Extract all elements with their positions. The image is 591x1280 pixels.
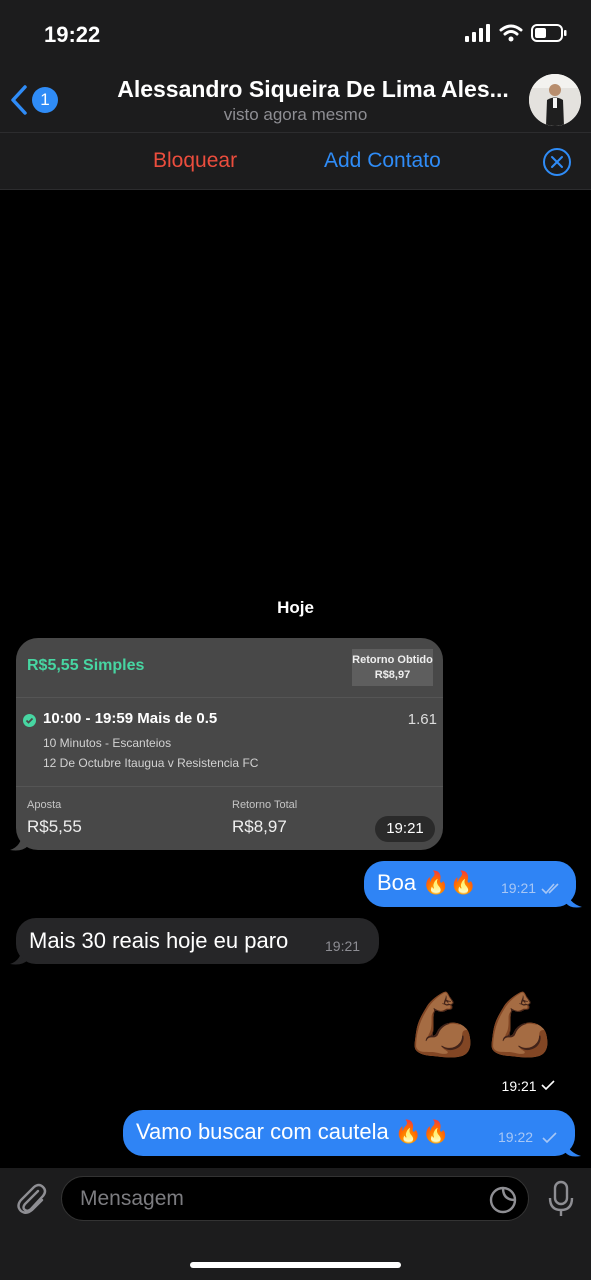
home-indicator [190, 1262, 401, 1268]
message-input[interactable]: Mensagem [61, 1176, 529, 1221]
wifi-icon [499, 24, 523, 42]
aposta-value: R$5,55 [27, 817, 82, 836]
status-icons [465, 24, 567, 42]
check-icon [541, 1080, 556, 1091]
message-text: Boa 🔥🔥 [377, 870, 478, 895]
close-bar-button[interactable] [543, 148, 571, 176]
outgoing-message[interactable]: Boa 🔥🔥 19:21 [364, 861, 576, 907]
retorno-total-value: R$8,97 [232, 817, 287, 836]
message-text: Vamo buscar com cautela 🔥🔥 [136, 1119, 450, 1144]
message-text: Mais 30 reais hoje eu paro [29, 928, 289, 953]
emoji-message[interactable]: 💪🏾💪🏾 [404, 988, 558, 1064]
message-time: 19:21 [375, 816, 435, 842]
retorno-obtido-box: Retorno Obtido R$8,97 [352, 649, 433, 686]
message-input-bar: Mensagem [0, 1168, 591, 1280]
divider [16, 786, 443, 787]
message-time: 19:21 [501, 1078, 537, 1094]
chat-header: 1 Alessandro Siqueira De Lima Ales... vi… [0, 70, 591, 132]
divider [16, 697, 443, 698]
avatar[interactable] [529, 74, 581, 126]
double-check-icon [541, 883, 559, 895]
date-separator: Hoje [277, 598, 314, 617]
status-time: 19:22 [44, 22, 101, 47]
bet-slip-card[interactable]: R$5,55 Simples Retorno Obtido R$8,97 10:… [16, 638, 443, 850]
unread-badge: 1 [32, 87, 58, 113]
bet-title: R$5,55 Simples [27, 657, 145, 674]
message-time: 19:22 [498, 1129, 534, 1145]
back-button[interactable]: 1 [10, 84, 58, 116]
add-contact-button[interactable]: Add Contato [324, 149, 441, 173]
microphone-icon[interactable] [547, 1180, 575, 1218]
retorno-obtido-value: R$8,97 [374, 669, 411, 681]
message-time: 19:21 [501, 880, 537, 896]
message-time: 19:21 [325, 938, 361, 954]
block-button[interactable]: Bloquear [153, 149, 237, 173]
aposta-label: Aposta [27, 799, 62, 811]
close-icon [551, 156, 563, 168]
bubble-tail [565, 1138, 581, 1157]
battery-icon [531, 24, 567, 42]
action-bar: Bloquear Add Contato [0, 132, 591, 190]
retorno-total-label: Retorno Total [232, 799, 298, 811]
selection-name: 10:00 - 19:59 Mais de 0.5 [43, 710, 218, 727]
incoming-message[interactable]: Mais 30 reais hoje eu paro 19:21 [16, 918, 379, 964]
retorno-obtido-label: Retorno Obtido [352, 654, 433, 666]
bubble-tail [566, 889, 582, 908]
chevron-left-icon [11, 85, 27, 115]
market-name: 10 Minutos - Escanteios [43, 736, 172, 750]
attachment-icon[interactable] [14, 1181, 48, 1217]
signal-icon [465, 24, 490, 42]
match-name: 12 De Octubre Itaugua v Resistencia FC [43, 756, 259, 770]
message-placeholder: Mensagem [80, 1187, 184, 1210]
selection-odd: 1.61 [407, 711, 437, 728]
message-time-with-check: 19:21 [494, 1074, 564, 1098]
avatar-photo [529, 74, 581, 126]
status-bar: 19:22 [0, 0, 591, 70]
last-seen: visto agora mesmo [223, 105, 368, 124]
outgoing-message[interactable]: Vamo buscar com cautela 🔥🔥 19:22 [123, 1110, 575, 1156]
contact-name[interactable]: Alessandro Siqueira De Lima Ales... [108, 76, 518, 103]
sticker-icon[interactable] [488, 1185, 518, 1215]
check-circle-icon [23, 714, 36, 727]
check-icon [542, 1132, 557, 1144]
